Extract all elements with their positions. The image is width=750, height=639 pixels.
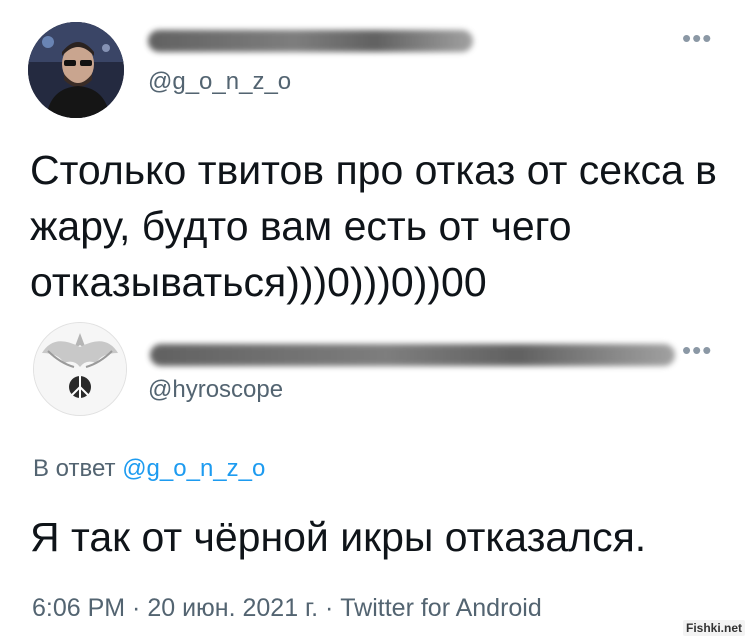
reply-to-handle-link[interactable]: @g_o_n_z_o	[122, 455, 265, 482]
eagle-emblem-icon	[34, 323, 126, 415]
user-avatar[interactable]	[28, 22, 124, 118]
tweet-text: Столько твитов про отказ от секса в жару…	[30, 147, 717, 305]
tweet-text: Я так от чёрной икры отказался.	[30, 514, 647, 560]
avatar-man-icon	[28, 22, 124, 118]
display-name-blurred	[148, 30, 473, 52]
reply-prefix: В ответ	[33, 455, 116, 482]
watermark: Fishki.net	[683, 620, 746, 636]
reply-to-line: В ответ @g_o_n_z_o	[33, 455, 265, 483]
user-handle[interactable]: @g_o_n_z_o	[148, 68, 291, 96]
more-dots-icon[interactable]: •••	[682, 337, 712, 363]
more-dots-icon[interactable]: •••	[682, 25, 712, 51]
tweet-timestamp[interactable]: 6:06 PM · 20 июн. 2021 г. · Twitter for …	[32, 594, 542, 623]
user-handle[interactable]: @hyroscope	[148, 376, 283, 404]
display-name-blurred	[150, 344, 675, 366]
user-avatar[interactable]	[33, 322, 127, 416]
